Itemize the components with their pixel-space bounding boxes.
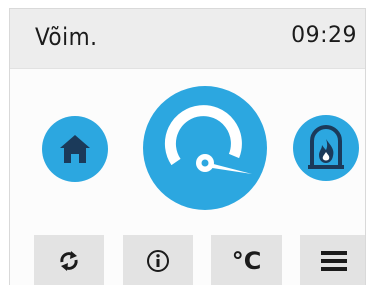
temperature-unit-label: °C bbox=[231, 246, 262, 275]
power-gauge-button[interactable] bbox=[143, 86, 267, 210]
refresh-button[interactable] bbox=[34, 235, 104, 285]
status-bar: Võim. 09:29 bbox=[10, 9, 365, 69]
clock-time: 09:29 bbox=[291, 23, 357, 48]
home-mode-button[interactable] bbox=[42, 116, 108, 182]
device-screen: Võim. 09:29 °C bbox=[9, 8, 366, 285]
page-title: Võim. bbox=[35, 23, 98, 51]
speedometer-icon bbox=[164, 105, 252, 174]
info-button[interactable] bbox=[123, 235, 193, 285]
temperature-unit-button[interactable]: °C bbox=[211, 235, 282, 285]
fireplace-icon bbox=[308, 125, 344, 169]
refresh-icon bbox=[60, 250, 78, 271]
menu-button[interactable] bbox=[300, 235, 365, 285]
info-icon bbox=[147, 249, 169, 272]
bottom-toolbar: °C bbox=[10, 235, 365, 285]
home-icon bbox=[60, 135, 90, 163]
menu-icon bbox=[320, 250, 347, 271]
fireplace-mode-button[interactable] bbox=[293, 115, 359, 181]
